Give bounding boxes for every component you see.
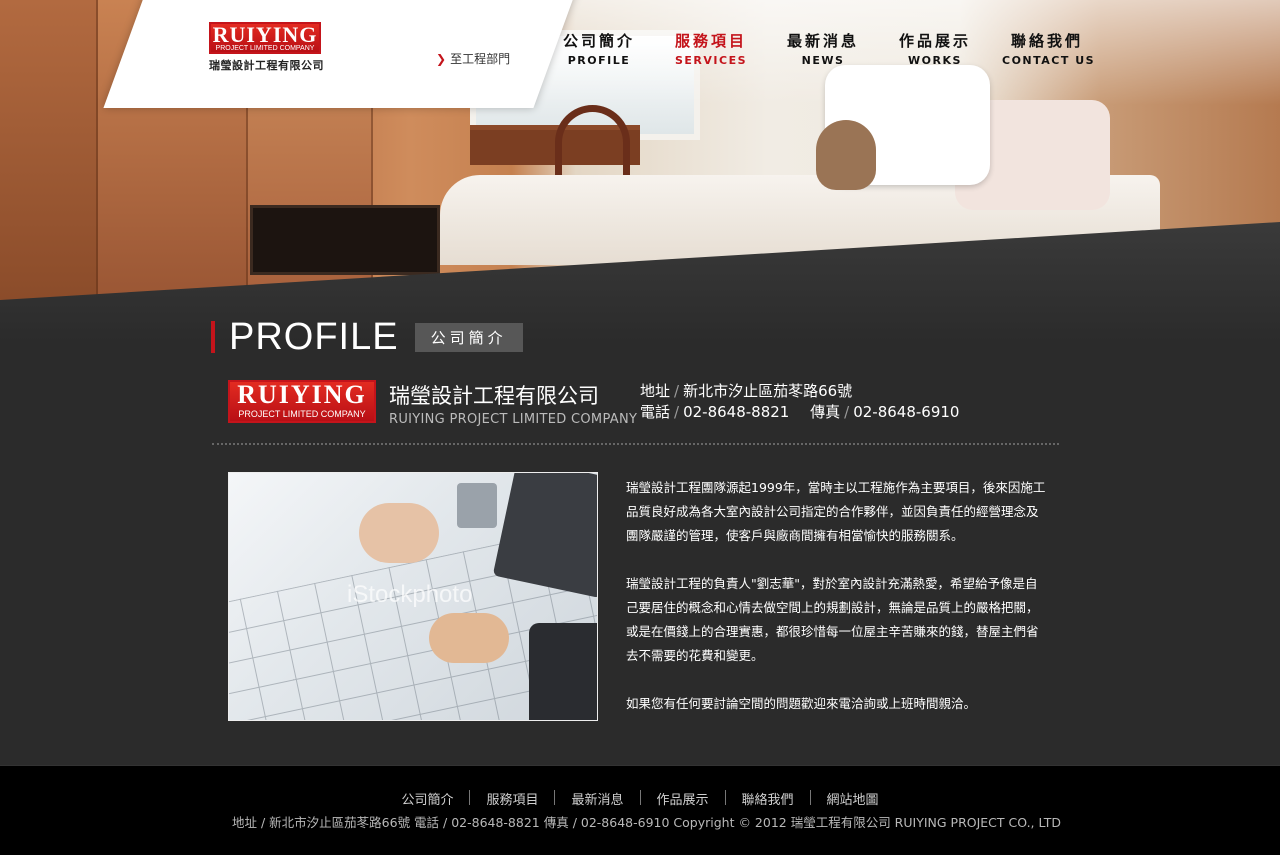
company-name: 瑞瑩設計工程有限公司 RUIYING PROJECT LIMITED COMPA… — [389, 380, 637, 427]
nav-news[interactable]: 最新消息 NEWS — [778, 30, 868, 67]
page-title-en: PROFILE — [229, 316, 399, 358]
site-logo[interactable]: RUIYING PROJECT LIMITED COMPANY 瑞瑩設計工程有限… — [209, 22, 324, 73]
nav-label-zh: 作品展示 — [898, 32, 971, 50]
nav-label-en: SERVICES — [674, 54, 748, 67]
address-value: 新北市汐止區茄苳路66號 — [683, 382, 853, 400]
nav-contact[interactable]: 聯絡我們 CONTACT US — [1002, 30, 1096, 67]
photo-watermark: iStockphoto — [347, 581, 473, 608]
dotted-divider — [212, 443, 1059, 445]
tv-cabinet — [250, 205, 440, 275]
nav-label-en: NEWS — [801, 54, 845, 67]
nav-label-zh: 聯絡我們 — [1010, 32, 1083, 50]
company-logo: RUIYING PROJECT LIMITED COMPANY — [228, 380, 376, 423]
dept-link-label: 至工程部門 — [450, 52, 511, 66]
phone-value: 02-8648-8821 — [683, 403, 790, 421]
company-logo-text: RUIYING — [237, 380, 367, 409]
profile-photo: iStockphoto — [228, 472, 598, 721]
nav-label-zh: 服務項目 — [674, 32, 747, 50]
logo-company-name: 瑞瑩設計工程有限公司 — [209, 59, 324, 72]
nav-profile[interactable]: 公司簡介 PROFILE — [554, 30, 644, 67]
profile-paragraph: 如果您有任何要討論空間的問題歡迎來電洽詢或上班時間親洽。 — [626, 696, 977, 711]
dept-link[interactable]: ❯ 至工程部門 — [436, 50, 510, 67]
footer-link-contact[interactable]: 聯絡我們 — [726, 789, 810, 808]
title-accent-bar — [211, 321, 215, 353]
company-logo-subtext: PROJECT LIMITED COMPANY — [238, 409, 366, 419]
logo-subtext: PROJECT LIMITED COMPANY — [215, 45, 315, 52]
logo-text: RUIYING — [212, 22, 318, 47]
phone-label: 電話 — [640, 403, 671, 421]
nav-label-zh: 最新消息 — [786, 32, 859, 50]
nav-services[interactable]: 服務項目 SERVICES — [666, 30, 756, 67]
sleeve — [529, 623, 597, 720]
phone-fax-line: 電話/02-8648-8821 傳真/02-8648-6910 — [640, 402, 959, 423]
page-title-zh: 公司簡介 — [414, 322, 523, 352]
wood-panel — [0, 0, 98, 300]
hands — [429, 613, 509, 663]
company-name-en: RUIYING PROJECT LIMITED COMPANY — [389, 412, 638, 427]
page: RUIYING PROJECT LIMITED COMPANY 瑞瑩設計工程有限… — [0, 0, 1280, 855]
fax-value: 02-8648-6910 — [853, 403, 960, 421]
address-line: 地址 / 新北市汐止區茄苳路66號 — [640, 381, 959, 402]
footer-link-sitemap[interactable]: 網站地圖 — [811, 789, 895, 808]
nav-label-en: WORKS — [908, 54, 962, 67]
profile-paragraph: 瑞瑩設計工程團隊源起1999年，當時主以工程施作為主要項目，後來因施工品質良好成… — [626, 480, 1046, 543]
hands — [359, 503, 439, 563]
plush-bunny — [816, 120, 876, 190]
footer-copyright: 地址 / 新北市汐止區茄苳路66號 電話 / 02-8648-8821 傳真 /… — [232, 815, 1062, 830]
nav-label-en: CONTACT US — [1002, 54, 1096, 67]
footer-link-news[interactable]: 最新消息 — [555, 789, 639, 808]
footer: 公司簡介 服務項目 最新消息 作品展示 聯絡我們 網站地圖 地址 / 新北市汐止… — [0, 765, 1280, 855]
separator: / — [674, 382, 680, 400]
pencil-cup — [457, 483, 497, 528]
page-title: PROFILE 公司簡介 — [211, 316, 523, 358]
company-contact: 地址 / 新北市汐止區茄苳路66號 電話/02-8648-8821 傳真/02-86… — [640, 381, 959, 423]
nav-label-zh: 公司簡介 — [562, 32, 635, 50]
fax-label: 傳真 — [810, 403, 841, 421]
company-name-zh: 瑞瑩設計工程有限公司 — [389, 384, 599, 408]
separator: / — [844, 403, 850, 421]
profile-paragraph: 瑞瑩設計工程的負責人"劉志華"，對於室內設計充滿熱愛，希望給予像是自己要居住的概… — [626, 576, 1039, 663]
logo-mark: RUIYING PROJECT LIMITED COMPANY — [209, 22, 321, 54]
footer-link-profile[interactable]: 公司簡介 — [385, 789, 469, 808]
address-label: 地址 — [640, 382, 671, 400]
footer-link-services[interactable]: 服務項目 — [470, 789, 554, 808]
profile-text: 瑞瑩設計工程團隊源起1999年，當時主以工程施作為主要項目，後來因施工品質良好成… — [626, 476, 1046, 740]
separator: / — [674, 403, 680, 421]
footer-nav: 公司簡介 服務項目 最新消息 作品展示 聯絡我們 網站地圖 — [0, 789, 1280, 808]
chevron-right-icon: ❯ — [436, 51, 447, 66]
nav-label-en: PROFILE — [567, 54, 631, 67]
nav-works[interactable]: 作品展示 WORKS — [890, 30, 980, 67]
footer-link-works[interactable]: 作品展示 — [641, 789, 725, 808]
